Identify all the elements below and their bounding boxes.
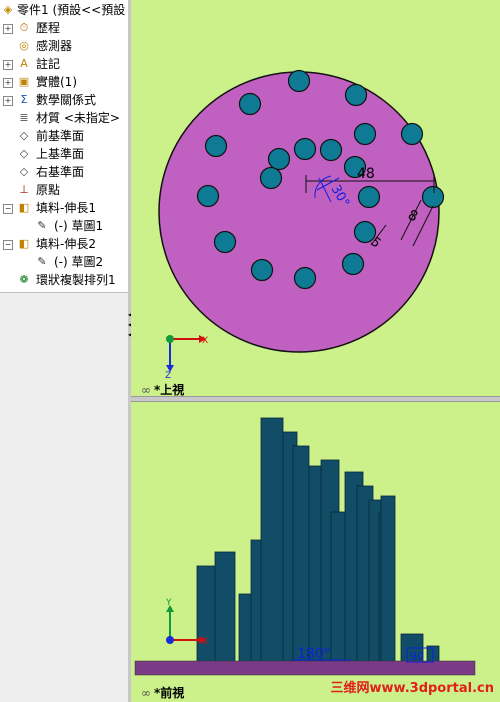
hole bbox=[293, 266, 317, 290]
hole bbox=[293, 137, 317, 161]
tree-expander-icon[interactable]: − bbox=[3, 240, 13, 250]
origin-icon: ⊥ bbox=[19, 183, 29, 196]
tree-item[interactable]: ≣ 材質 <未指定> bbox=[0, 109, 128, 127]
tree-item-label: 環狀複製排列1 bbox=[36, 273, 116, 287]
history-icon: ⏱ bbox=[19, 21, 29, 34]
disk-body bbox=[158, 71, 440, 353]
tree-expander-icon[interactable]: + bbox=[3, 96, 13, 106]
view-glasses-icon: ∞ bbox=[141, 686, 151, 700]
hole bbox=[267, 147, 291, 171]
tree-item[interactable]: ✎ (-) 草圖2 bbox=[0, 253, 128, 271]
hole bbox=[344, 83, 368, 107]
tree-expander-icon[interactable]: + bbox=[3, 60, 13, 70]
tree-expander-icon[interactable]: + bbox=[3, 78, 13, 88]
column bbox=[380, 495, 396, 663]
plane-icon: ◇ bbox=[19, 129, 29, 142]
front-view-viewport[interactable]: 180° 90 X Y ∞ *前視 三维网www.3dportal.cn bbox=[131, 402, 500, 702]
dim-48-text: 48 bbox=[357, 166, 375, 182]
hole bbox=[400, 122, 424, 146]
hole bbox=[250, 258, 274, 282]
tree-item[interactable]: + ▣ 實體(1) bbox=[0, 73, 128, 91]
hole bbox=[204, 134, 228, 158]
tree-item[interactable]: ◎ 感測器 bbox=[0, 37, 128, 55]
tree-item-label: 註記 bbox=[36, 57, 61, 71]
hole bbox=[421, 185, 445, 209]
column-stack bbox=[196, 417, 440, 663]
tree-expander-icon[interactable]: − bbox=[3, 204, 13, 214]
hole bbox=[319, 138, 343, 162]
tree-item[interactable]: ◇ 右基準面 bbox=[0, 163, 128, 181]
hole bbox=[238, 92, 262, 116]
tree-item-label: 右基準面 bbox=[36, 165, 85, 179]
hole bbox=[287, 69, 311, 93]
hole bbox=[341, 252, 365, 276]
tree-item[interactable]: ◇ 上基準面 bbox=[0, 145, 128, 163]
circular-pattern-icon: ❁ bbox=[19, 273, 29, 286]
hole bbox=[353, 122, 377, 146]
part-icon: ◈ bbox=[3, 3, 13, 16]
watermark: 三维网www.3dportal.cn bbox=[330, 681, 494, 696]
column bbox=[214, 551, 236, 663]
hole bbox=[259, 166, 283, 190]
column bbox=[292, 445, 310, 663]
tree-item[interactable]: ❁ 環狀複製排列1 bbox=[0, 271, 128, 289]
tree-item-label: (-) 草圖2 bbox=[54, 255, 104, 269]
front-view-label: ∞ *前視 bbox=[141, 686, 185, 700]
hole bbox=[196, 184, 220, 208]
tree-item[interactable]: − ◧ 填料-伸長1 bbox=[0, 199, 128, 217]
extrude-icon: ◧ bbox=[18, 201, 30, 214]
top-axis-z-label: Z bbox=[165, 371, 171, 381]
tree-item[interactable]: ◇ 前基準面 bbox=[0, 127, 128, 145]
front-axis-x-label: X bbox=[202, 637, 208, 647]
top-view-viewport[interactable]: 48 30° 8 5 X Z ∞ *上視 bbox=[131, 0, 500, 396]
tree-item-label: 實體(1) bbox=[36, 75, 77, 89]
tree-item-label: 材質 <未指定> bbox=[36, 111, 120, 125]
tree-item[interactable]: − ◧ 填料-伸長2 bbox=[0, 235, 128, 253]
tree-item[interactable]: + ⏱ 歷程 bbox=[0, 19, 128, 37]
tree-item-label: 填料-伸長2 bbox=[36, 237, 96, 251]
top-view-axis-triad: X Z bbox=[165, 335, 208, 381]
hole bbox=[213, 230, 237, 254]
dim-180-text: 180° bbox=[297, 646, 331, 662]
tree-item-label: 上基準面 bbox=[36, 147, 85, 161]
view-glasses-icon: ∞ bbox=[141, 383, 151, 396]
plane-icon: ◇ bbox=[19, 147, 29, 160]
dim-small-text: 90 bbox=[410, 650, 424, 663]
sketch-icon: ✎ bbox=[37, 219, 47, 232]
tree-item-label: 填料-伸長1 bbox=[36, 201, 96, 215]
tree-item-label: 前基準面 bbox=[36, 129, 85, 143]
tree-item-label: 原點 bbox=[36, 183, 61, 197]
tree-item-label: 感測器 bbox=[36, 39, 73, 53]
feature-manager-tree: ◈ 零件1 (預設<<預設 + ⏱ 歷程 ◎ 感測器 + A 註記 + ▣ 實體(1) + Σ 數學關係式… bbox=[0, 0, 129, 702]
tree-item-label: (-) 草圖1 bbox=[54, 219, 104, 233]
plane-icon: ◇ bbox=[19, 165, 29, 178]
tree-item[interactable]: ✎ (-) 草圖1 bbox=[0, 217, 128, 235]
feature-tree-list: ◈ 零件1 (預設<<預設 + ⏱ 歷程 ◎ 感測器 + A 註記 + ▣ 實體(1) + Σ 數學關係式… bbox=[0, 0, 128, 292]
tree-root-label: 零件1 (預設<<預設 bbox=[17, 3, 126, 17]
column bbox=[260, 417, 284, 663]
base-plate bbox=[134, 660, 476, 676]
sketch-icon: ✎ bbox=[37, 255, 47, 268]
tree-item[interactable]: + Σ 數學關係式 bbox=[0, 91, 128, 109]
top-axis-x-label: X bbox=[202, 336, 208, 346]
top-view-graphic: 48 30° 8 5 X Z bbox=[158, 69, 445, 381]
annotation-icon: A bbox=[20, 57, 28, 70]
tree-item[interactable]: + A 註記 bbox=[0, 55, 128, 73]
sensor-icon: ◎ bbox=[19, 39, 29, 52]
tree-item-label: 歷程 bbox=[36, 21, 61, 35]
front-view-graphic: 180° 90 X Y bbox=[134, 417, 476, 676]
solid-body-icon: ▣ bbox=[18, 75, 30, 88]
extrude-icon: ◧ bbox=[18, 237, 30, 250]
material-icon: ≣ bbox=[19, 111, 29, 124]
top-view-label: ∞ *上視 bbox=[141, 383, 185, 396]
column bbox=[196, 565, 218, 663]
tree-expander-icon[interactable]: + bbox=[3, 24, 13, 34]
tree-item[interactable]: ⊥ 原點 bbox=[0, 181, 128, 199]
tree-empty-area bbox=[0, 292, 128, 702]
tree-item-label: 數學關係式 bbox=[36, 93, 97, 107]
hole bbox=[357, 185, 381, 209]
equation-icon: Σ bbox=[20, 93, 28, 106]
front-axis-y-label: Y bbox=[165, 598, 172, 608]
